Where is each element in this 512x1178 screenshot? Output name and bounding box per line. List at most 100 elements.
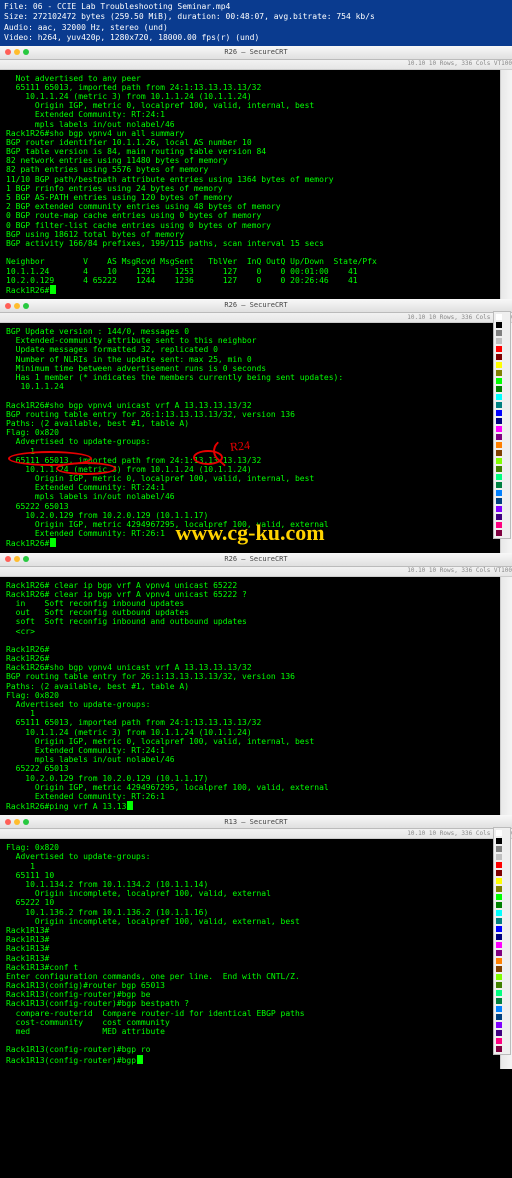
window-toolbar: 10.10 10 Rows, 336 Cols VT100 <box>0 313 512 323</box>
minimize-icon[interactable] <box>14 819 20 825</box>
minimize-icon[interactable] <box>14 49 20 55</box>
color-swatch[interactable] <box>496 330 502 336</box>
color-swatch[interactable] <box>496 514 502 520</box>
media-size: Size: 272102472 bytes (259.50 MiB), dura… <box>4 12 508 22</box>
color-swatch[interactable] <box>496 902 502 908</box>
window-title: R26 — SecureCRT <box>224 555 287 563</box>
close-icon[interactable] <box>5 49 11 55</box>
color-swatch[interactable] <box>496 854 502 860</box>
close-icon[interactable] <box>5 819 11 825</box>
terminal-panel-2: R26 — SecureCRT 10.10 10 Rows, 336 Cols … <box>0 299 512 553</box>
color-palette[interactable] <box>493 827 511 1055</box>
color-swatch[interactable] <box>496 878 502 884</box>
zoom-icon[interactable] <box>23 303 29 309</box>
color-swatch[interactable] <box>496 434 502 440</box>
color-swatch[interactable] <box>496 1046 502 1052</box>
close-icon[interactable] <box>5 303 11 309</box>
color-swatch[interactable] <box>496 958 502 964</box>
color-swatch[interactable] <box>496 490 502 496</box>
color-swatch[interactable] <box>496 926 502 932</box>
color-swatch[interactable] <box>496 482 502 488</box>
color-palette[interactable] <box>493 311 511 539</box>
color-swatch[interactable] <box>496 918 502 924</box>
color-swatch[interactable] <box>496 394 502 400</box>
color-swatch[interactable] <box>496 886 502 892</box>
window-titlebar[interactable]: R26 — SecureCRT <box>0 46 512 60</box>
color-swatch[interactable] <box>496 982 502 988</box>
scrollbar[interactable] <box>500 70 512 300</box>
color-swatch[interactable] <box>496 506 502 512</box>
color-swatch[interactable] <box>496 950 502 956</box>
color-swatch[interactable] <box>496 894 502 900</box>
statusbar-info: 10.10 10 Rows, 336 Cols VT100 <box>407 567 512 574</box>
color-swatch[interactable] <box>496 942 502 948</box>
close-icon[interactable] <box>5 556 11 562</box>
color-swatch[interactable] <box>496 322 502 328</box>
window-title: R26 — SecureCRT <box>224 301 287 309</box>
window-toolbar: 10.10 10 Rows, 336 Cols VT100 <box>0 60 512 70</box>
color-swatch[interactable] <box>496 362 502 368</box>
color-swatch[interactable] <box>496 346 502 352</box>
minimize-icon[interactable] <box>14 303 20 309</box>
color-swatch[interactable] <box>496 966 502 972</box>
color-swatch[interactable] <box>496 498 502 504</box>
window-toolbar: 10.10 10 Rows, 336 Cols VT100 <box>0 829 512 839</box>
color-swatch[interactable] <box>496 314 502 320</box>
color-swatch[interactable] <box>496 370 502 376</box>
color-swatch[interactable] <box>496 442 502 448</box>
color-swatch[interactable] <box>496 998 502 1004</box>
color-swatch[interactable] <box>496 910 502 916</box>
color-swatch[interactable] <box>496 990 502 996</box>
color-swatch[interactable] <box>496 426 502 432</box>
color-swatch[interactable] <box>496 386 502 392</box>
color-swatch[interactable] <box>496 1006 502 1012</box>
color-swatch[interactable] <box>496 934 502 940</box>
color-swatch[interactable] <box>496 870 502 876</box>
zoom-icon[interactable] <box>23 556 29 562</box>
color-swatch[interactable] <box>496 450 502 456</box>
minimize-icon[interactable] <box>14 556 20 562</box>
color-swatch[interactable] <box>496 1014 502 1020</box>
color-swatch[interactable] <box>496 1038 502 1044</box>
color-swatch[interactable] <box>496 1022 502 1028</box>
statusbar-info: 10.10 10 Rows, 336 Cols VT100 <box>407 60 512 67</box>
window-toolbar: 10.10 10 Rows, 336 Cols VT100 <box>0 567 512 577</box>
media-file: File: 06 - CCIE Lab Troubleshooting Semi… <box>4 2 508 12</box>
color-swatch[interactable] <box>496 862 502 868</box>
media-audio: Audio: aac, 32000 Hz, stereo (und) <box>4 23 508 33</box>
scrollbar[interactable] <box>500 577 512 816</box>
color-swatch[interactable] <box>496 474 502 480</box>
color-swatch[interactable] <box>496 458 502 464</box>
color-swatch[interactable] <box>496 410 502 416</box>
color-swatch[interactable] <box>496 838 502 844</box>
color-swatch[interactable] <box>496 338 502 344</box>
terminal-output[interactable]: Flag: 0x820 Advertised to update-groups:… <box>0 839 500 1069</box>
terminal-output[interactable]: Rack1R26# clear ip bgp vrf A vpnv4 unica… <box>0 577 500 816</box>
window-title: R26 — SecureCRT <box>224 48 287 56</box>
color-swatch[interactable] <box>496 418 502 424</box>
color-swatch[interactable] <box>496 830 502 836</box>
terminal-output[interactable]: Not advertised to any peer 65111 65013, … <box>0 70 500 300</box>
zoom-icon[interactable] <box>23 819 29 825</box>
media-info: File: 06 - CCIE Lab Troubleshooting Semi… <box>0 0 512 46</box>
zoom-icon[interactable] <box>23 49 29 55</box>
terminal-panel-1: R26 — SecureCRT 10.10 10 Rows, 336 Cols … <box>0 46 512 300</box>
color-swatch[interactable] <box>496 530 502 536</box>
terminal-panel-4: R13 — SecureCRT 10.10 10 Rows, 336 Cols … <box>0 815 512 1069</box>
terminal-panel-3: R26 — SecureCRT 10.10 10 Rows, 336 Cols … <box>0 553 512 816</box>
terminal-output[interactable]: BGP Update version : 144/0, messages 0 E… <box>0 323 500 553</box>
color-swatch[interactable] <box>496 466 502 472</box>
color-swatch[interactable] <box>496 522 502 528</box>
color-swatch[interactable] <box>496 402 502 408</box>
window-titlebar[interactable]: R26 — SecureCRT <box>0 299 512 313</box>
color-swatch[interactable] <box>496 974 502 980</box>
color-swatch[interactable] <box>496 378 502 384</box>
window-titlebar[interactable]: R13 — SecureCRT <box>0 815 512 829</box>
watermark: www.cg-ku.com <box>175 520 324 546</box>
color-swatch[interactable] <box>496 1030 502 1036</box>
cursor <box>50 285 56 294</box>
color-swatch[interactable] <box>496 354 502 360</box>
color-swatch[interactable] <box>496 846 502 852</box>
window-titlebar[interactable]: R26 — SecureCRT <box>0 553 512 567</box>
window-title: R13 — SecureCRT <box>224 818 287 826</box>
